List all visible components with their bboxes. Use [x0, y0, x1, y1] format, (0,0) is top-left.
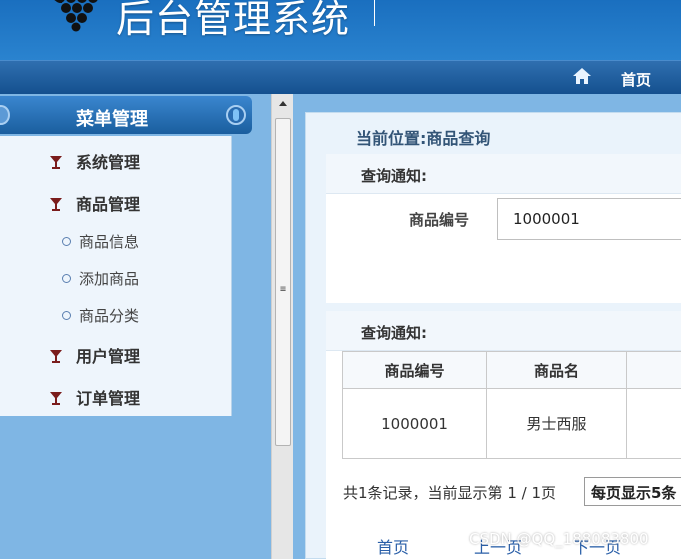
- menu-title: 菜单管理: [76, 109, 148, 130]
- app-title: 后台管理系统: [116, 0, 351, 41]
- search-panel: 查询通知: 商品编号: [326, 154, 681, 303]
- result-panel-header: 查询通知:: [326, 311, 681, 351]
- app-header: 后台管理系统: [0, 0, 681, 60]
- column-header: 商品编号: [341, 351, 488, 389]
- first-page-link[interactable]: 首页: [377, 534, 409, 558]
- menu-panel: 系统管理 商品管理 商品信息 添加商品 商品分类 用户管理 订单管理: [0, 136, 232, 416]
- watermark: CSDN @QQ_188083800: [469, 530, 649, 548]
- table-header-row: 商品编号 商品名: [341, 351, 681, 389]
- bullet-icon: [62, 311, 71, 320]
- table-cell: 男士西服: [486, 388, 627, 459]
- search-panel-header: 查询通知:: [326, 154, 681, 194]
- scroll-up-arrow-icon[interactable]: [272, 94, 294, 114]
- sidebar-item-label: 用户管理: [76, 347, 141, 366]
- sidebar-subitem-goods-category[interactable]: 商品分类: [62, 305, 139, 326]
- menu-header-left-cap: [0, 105, 10, 125]
- scroll-thumb[interactable]: ≡: [275, 118, 291, 446]
- sidebar-subitem-add-goods[interactable]: 添加商品: [62, 268, 139, 289]
- text-caret: [374, 0, 375, 26]
- goblet-icon: [50, 392, 62, 405]
- search-panel-heading: 查询通知:: [361, 167, 427, 185]
- sidebar-item-system[interactable]: 系统管理: [48, 149, 140, 173]
- sidebar-subitem-goods-info[interactable]: 商品信息: [62, 231, 139, 252]
- menu-toggle-knob-icon[interactable]: [226, 105, 246, 125]
- results-table: 商品编号 商品名 1000001 男士西服: [341, 351, 681, 459]
- sidebar-item-label: 商品管理: [76, 195, 141, 214]
- column-header: 商品名: [486, 351, 627, 389]
- goblet-icon: [50, 350, 62, 363]
- goblet-icon: [50, 156, 62, 169]
- table-cell-empty: [625, 388, 681, 459]
- sidebar-scrollbar[interactable]: ≡: [271, 94, 293, 559]
- goods-id-label: 商品编号: [409, 211, 470, 229]
- sidebar-subitem-label: 商品分类: [79, 307, 140, 325]
- result-panel-heading: 查询通知:: [361, 324, 427, 342]
- top-navbar: 首页: [0, 60, 681, 94]
- goblet-icon: [50, 198, 62, 211]
- table-cell: 1000001: [341, 388, 488, 459]
- sidebar-item-orders[interactable]: 订单管理: [48, 385, 140, 409]
- page-size-select[interactable]: 每页显示5条: [584, 477, 681, 506]
- menu-header[interactable]: 菜单管理: [0, 96, 252, 134]
- pager-info: 共1条记录，当前显示第 1 / 1页: [343, 484, 556, 502]
- grapes-logo-icon: [54, 0, 98, 32]
- main-content: 当前位置:商品查询 查询通知: 商品编号 查询通知: 商品编号 商品名 1000…: [305, 112, 681, 559]
- sidebar-item-goods[interactable]: 商品管理: [48, 191, 140, 215]
- scroll-grip-icon: ≡: [280, 284, 287, 295]
- column-header-empty: [625, 351, 681, 389]
- sidebar-subitem-label: 添加商品: [79, 270, 140, 288]
- sidebar-item-label: 订单管理: [76, 389, 141, 408]
- table-row[interactable]: 1000001 男士西服: [341, 388, 681, 459]
- sidebar-item-users[interactable]: 用户管理: [48, 343, 140, 367]
- bullet-icon: [62, 274, 71, 283]
- result-panel: 查询通知: 商品编号 商品名 1000001 男士西服 共1条记录，当前显示第 …: [326, 311, 681, 559]
- home-icon[interactable]: [572, 67, 592, 85]
- breadcrumb: 当前位置:商品查询: [356, 129, 491, 148]
- bullet-icon: [62, 237, 71, 246]
- home-link[interactable]: 首页: [621, 69, 651, 90]
- goods-id-input[interactable]: [497, 198, 681, 240]
- sidebar-subitem-label: 商品信息: [79, 233, 140, 251]
- sidebar: 菜单管理 系统管理 商品管理 商品信息 添加商品 商品分类 用户管理 订单管理: [0, 94, 268, 559]
- sidebar-item-label: 系统管理: [76, 153, 141, 172]
